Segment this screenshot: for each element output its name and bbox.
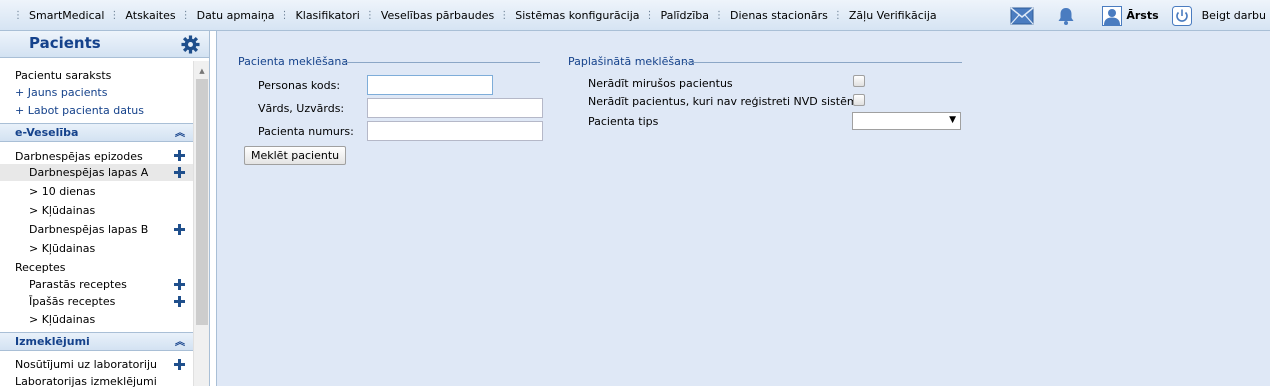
sidebar-item-patient-list[interactable]: Pacientu saraksts — [15, 69, 111, 82]
main-panel: Pacienta meklēšana Personas kods: Vārds,… — [216, 31, 1270, 386]
sidebar-scrollbar[interactable]: ▲ — [193, 61, 209, 386]
menu-label: Palīdzība — [660, 8, 710, 22]
menu-label: SmartMedical — [29, 8, 105, 22]
name-label: Vārds, Uzvārds: — [258, 102, 345, 115]
section-izmeklejumi-label: Izmeklējumi — [15, 335, 90, 348]
sidebar-item-sheets-b[interactable]: Darbnespējas lapas B — [29, 223, 148, 236]
sidebar-item-errors-a[interactable]: > Kļūdainas — [29, 204, 95, 217]
sidebar-item-lab-referrals[interactable]: Nosūtījumi uz laboratoriju — [15, 358, 157, 371]
extended-legend-line — [683, 62, 962, 63]
main-menu: ⋮ SmartMedical ⋮ Atskaites ⋮ Datu apmaiņa ⋮… — [0, 0, 937, 30]
no-deceased-label: Nerādīt mirušos pacientus — [588, 77, 733, 90]
menu-sistemas-konfiguracija[interactable]: ⋮ Sistēmas konfigurācija — [494, 0, 639, 30]
top-menu-bar: ⋮ SmartMedical ⋮ Atskaites ⋮ Datu apmaiņa ⋮… — [0, 0, 1270, 31]
menu-separator: ⋮ — [279, 9, 290, 21]
extended-legend: Paplašinātā meklēšana — [568, 55, 695, 68]
menu-separator: ⋮ — [832, 9, 843, 21]
menu-klasifikatori[interactable]: ⋮ Klasifikatori — [275, 0, 360, 30]
dropdown-arrow-icon[interactable]: ▼ — [949, 115, 956, 125]
patient-type-select[interactable]: ▼ — [852, 112, 961, 130]
menu-label: Atskaites — [125, 8, 176, 22]
search-legend-line — [342, 62, 540, 63]
sidebar-item-errors-b[interactable]: > Kļūdainas — [29, 242, 95, 255]
name-input[interactable] — [367, 98, 543, 118]
sidebar-item-sheets-a[interactable]: Darbnespējas lapas A — [29, 166, 148, 179]
menu-dienas-stacionars[interactable]: ⋮ Dienas stacionārs — [709, 0, 828, 30]
sidebar-item-special-recipes[interactable]: Īpašās receptes — [29, 295, 115, 308]
logout-link[interactable]: Beigt darbu — [1202, 9, 1266, 22]
scroll-thumb[interactable] — [196, 79, 208, 325]
no-unregistered-checkbox[interactable] — [853, 94, 865, 106]
menu-label: Datu apmaiņa — [196, 8, 275, 22]
no-deceased-checkbox[interactable] — [853, 75, 865, 87]
add-episode-plus-icon[interactable] — [174, 150, 185, 161]
power-icon[interactable] — [1171, 5, 1192, 26]
gear-icon[interactable] — [181, 35, 200, 54]
menu-label: Dienas stacionārs — [730, 8, 828, 22]
personal-code-label: Personas kods: — [258, 79, 341, 92]
menu-separator: ⋮ — [109, 9, 119, 21]
menu-label: Sistēmas konfigurācija — [515, 8, 640, 22]
sidebar-item-episodes[interactable]: Darbnespējas epizodes — [15, 150, 143, 163]
sidebar-item-ten-days[interactable]: > 10 dienas — [29, 185, 95, 198]
search-patient-button[interactable]: Meklēt pacientu — [244, 146, 347, 165]
add-sheet-b-plus-icon[interactable] — [174, 224, 185, 235]
menu-separator: ⋮ — [499, 9, 509, 21]
sidebar-item-regular-recipes[interactable]: Parastās receptes — [29, 278, 127, 291]
menu-label: Veselības pārbaudes — [380, 8, 495, 22]
user-name[interactable]: Ārsts — [1126, 9, 1158, 22]
scroll-up-arrow-icon[interactable]: ▲ — [194, 65, 210, 77]
add-regular-recipe-plus-icon[interactable] — [174, 279, 185, 290]
menu-label: Zāļu Verifikācija — [848, 8, 937, 22]
menu-palidziba[interactable]: ⋮ Palīdzība — [640, 0, 710, 30]
menu-datu-apmaina[interactable]: ⋮ Datu apmaiņa — [176, 0, 275, 30]
add-lab-referral-plus-icon[interactable] — [174, 359, 185, 370]
sidebar-item-lab-results[interactable]: Laboratorijas izmeklējumi — [15, 375, 157, 388]
sidebar-item-errors-recipes[interactable]: > Kļūdainas — [29, 313, 95, 326]
patient-sidebar: Pacients ▲ Pacientu saraksts + Jauns pac… — [0, 31, 210, 388]
patient-type-label: Pacienta tips — [588, 115, 659, 128]
menu-atskaites[interactable]: ⋮ Atskaites — [104, 0, 175, 30]
add-sheet-a-plus-icon[interactable] — [174, 167, 185, 178]
sidebar-item-recipes[interactable]: Receptes — [15, 261, 66, 274]
menu-separator: ⋮ — [364, 9, 375, 21]
menu-smartmedical[interactable]: ⋮ SmartMedical — [8, 0, 104, 30]
menu-zalu-verifikacija[interactable]: ⋮ Zāļu Verifikācija — [828, 0, 937, 30]
menu-separator: ⋮ — [714, 9, 724, 21]
collapse-icon[interactable]: ︽ — [175, 334, 185, 351]
sidebar-title: Pacients — [29, 34, 101, 52]
menu-separator: ⋮ — [180, 9, 191, 21]
section-izmeklejumi[interactable]: Izmeklējumi ︽ — [0, 332, 193, 351]
menu-separator: ⋮ — [13, 9, 23, 21]
search-legend: Pacienta meklēšana — [238, 55, 349, 68]
patient-number-label: Pacienta numurs: — [258, 125, 354, 138]
menu-veselibas-parbaudes[interactable]: ⋮ Veselības pārbaudes — [360, 0, 494, 30]
user-icon[interactable] — [1102, 5, 1123, 26]
bell-icon[interactable] — [1056, 6, 1076, 26]
no-unregistered-label: Nerādīt pacientus, kuri nav reģistreti N… — [588, 95, 865, 108]
menu-label: Klasifikatori — [295, 8, 360, 22]
menu-separator: ⋮ — [644, 9, 655, 21]
mail-icon[interactable] — [1010, 6, 1034, 25]
user-toolbar: Ārsts Beigt darbu — [1010, 0, 1270, 31]
personal-code-input[interactable] — [367, 75, 493, 95]
section-eveseliba[interactable]: e-Veselība ︽ — [0, 123, 193, 142]
section-eveseliba-label: e-Veselība — [15, 126, 79, 139]
collapse-icon[interactable]: ︽ — [175, 125, 185, 142]
add-special-recipe-plus-icon[interactable] — [174, 296, 185, 307]
sidebar-item-new-patient[interactable]: + Jauns pacients — [15, 86, 107, 99]
sidebar-item-edit-patient[interactable]: + Labot pacienta datus — [15, 104, 144, 117]
patient-number-input[interactable] — [367, 121, 543, 141]
sidebar-header: Pacients — [0, 31, 209, 58]
